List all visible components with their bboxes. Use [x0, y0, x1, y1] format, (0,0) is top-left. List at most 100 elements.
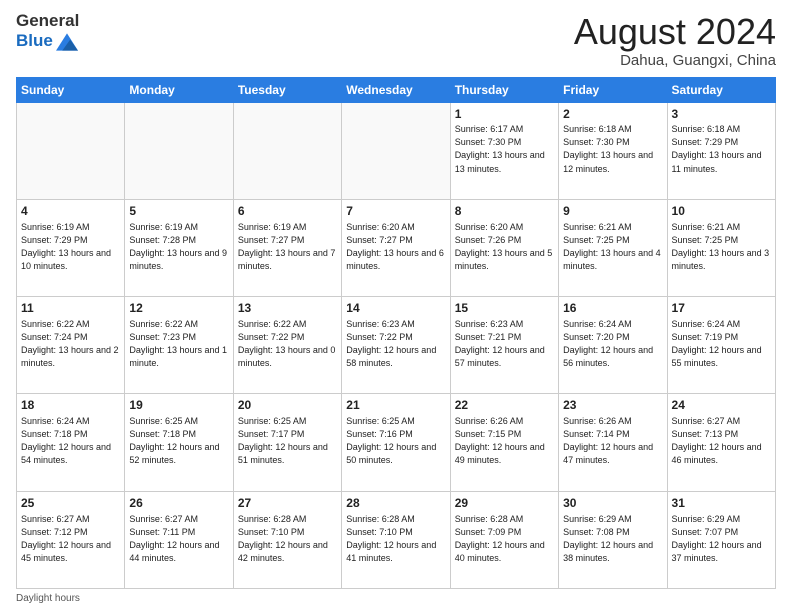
day-info: Sunrise: 6:17 AM Sunset: 7:30 PM Dayligh…: [455, 123, 554, 175]
week-row-0: 1Sunrise: 6:17 AM Sunset: 7:30 PM Daylig…: [17, 102, 776, 199]
day-number: 25: [21, 495, 120, 512]
day-number: 31: [672, 495, 771, 512]
day-info: Sunrise: 6:19 AM Sunset: 7:29 PM Dayligh…: [21, 221, 120, 273]
day-cell-4-0: 25Sunrise: 6:27 AM Sunset: 7:12 PM Dayli…: [17, 491, 125, 588]
day-number: 3: [672, 106, 771, 123]
day-cell-2-5: 16Sunrise: 6:24 AM Sunset: 7:20 PM Dayli…: [559, 297, 667, 394]
month-year: August 2024: [574, 12, 776, 52]
day-number: 8: [455, 203, 554, 220]
day-info: Sunrise: 6:26 AM Sunset: 7:14 PM Dayligh…: [563, 415, 662, 467]
day-cell-0-5: 2Sunrise: 6:18 AM Sunset: 7:30 PM Daylig…: [559, 102, 667, 199]
day-cell-4-1: 26Sunrise: 6:27 AM Sunset: 7:11 PM Dayli…: [125, 491, 233, 588]
header-thursday: Thursday: [450, 77, 558, 102]
week-row-1: 4Sunrise: 6:19 AM Sunset: 7:29 PM Daylig…: [17, 199, 776, 296]
daylight-label: Daylight hours: [16, 593, 80, 604]
day-number: 7: [346, 203, 445, 220]
day-cell-3-6: 24Sunrise: 6:27 AM Sunset: 7:13 PM Dayli…: [667, 394, 775, 491]
title-block: August 2024 Dahua, Guangxi, China: [574, 12, 776, 69]
logo: General Blue: [16, 12, 79, 53]
day-number: 15: [455, 300, 554, 317]
day-info: Sunrise: 6:18 AM Sunset: 7:30 PM Dayligh…: [563, 123, 662, 175]
day-number: 29: [455, 495, 554, 512]
day-number: 26: [129, 495, 228, 512]
day-number: 27: [238, 495, 337, 512]
day-info: Sunrise: 6:22 AM Sunset: 7:22 PM Dayligh…: [238, 318, 337, 370]
day-info: Sunrise: 6:28 AM Sunset: 7:10 PM Dayligh…: [346, 513, 445, 565]
day-info: Sunrise: 6:24 AM Sunset: 7:18 PM Dayligh…: [21, 415, 120, 467]
day-info: Sunrise: 6:20 AM Sunset: 7:26 PM Dayligh…: [455, 221, 554, 273]
header-saturday: Saturday: [667, 77, 775, 102]
header-sunday: Sunday: [17, 77, 125, 102]
page: General Blue August 2024 Dahua, Guangxi,…: [0, 0, 792, 612]
header-friday: Friday: [559, 77, 667, 102]
day-info: Sunrise: 6:19 AM Sunset: 7:27 PM Dayligh…: [238, 221, 337, 273]
header-wednesday: Wednesday: [342, 77, 450, 102]
day-number: 21: [346, 397, 445, 414]
day-cell-2-3: 14Sunrise: 6:23 AM Sunset: 7:22 PM Dayli…: [342, 297, 450, 394]
weekday-header-row: Sunday Monday Tuesday Wednesday Thursday…: [17, 77, 776, 102]
day-info: Sunrise: 6:19 AM Sunset: 7:28 PM Dayligh…: [129, 221, 228, 273]
header-tuesday: Tuesday: [233, 77, 341, 102]
day-number: 12: [129, 300, 228, 317]
day-cell-2-6: 17Sunrise: 6:24 AM Sunset: 7:19 PM Dayli…: [667, 297, 775, 394]
day-number: 4: [21, 203, 120, 220]
day-info: Sunrise: 6:25 AM Sunset: 7:17 PM Dayligh…: [238, 415, 337, 467]
day-cell-3-2: 20Sunrise: 6:25 AM Sunset: 7:17 PM Dayli…: [233, 394, 341, 491]
calendar-table: Sunday Monday Tuesday Wednesday Thursday…: [16, 77, 776, 589]
header: General Blue August 2024 Dahua, Guangxi,…: [16, 12, 776, 69]
day-cell-4-6: 31Sunrise: 6:29 AM Sunset: 7:07 PM Dayli…: [667, 491, 775, 588]
day-info: Sunrise: 6:24 AM Sunset: 7:20 PM Dayligh…: [563, 318, 662, 370]
day-cell-0-3: [342, 102, 450, 199]
day-cell-1-3: 7Sunrise: 6:20 AM Sunset: 7:27 PM Daylig…: [342, 199, 450, 296]
day-cell-3-1: 19Sunrise: 6:25 AM Sunset: 7:18 PM Dayli…: [125, 394, 233, 491]
day-number: 23: [563, 397, 662, 414]
day-info: Sunrise: 6:20 AM Sunset: 7:27 PM Dayligh…: [346, 221, 445, 273]
logo-blue: Blue: [16, 32, 53, 51]
footer: Daylight hours: [16, 593, 776, 604]
day-cell-3-3: 21Sunrise: 6:25 AM Sunset: 7:16 PM Dayli…: [342, 394, 450, 491]
day-number: 6: [238, 203, 337, 220]
day-number: 13: [238, 300, 337, 317]
day-number: 20: [238, 397, 337, 414]
day-info: Sunrise: 6:23 AM Sunset: 7:21 PM Dayligh…: [455, 318, 554, 370]
header-monday: Monday: [125, 77, 233, 102]
day-info: Sunrise: 6:18 AM Sunset: 7:29 PM Dayligh…: [672, 123, 771, 175]
week-row-3: 18Sunrise: 6:24 AM Sunset: 7:18 PM Dayli…: [17, 394, 776, 491]
day-cell-1-4: 8Sunrise: 6:20 AM Sunset: 7:26 PM Daylig…: [450, 199, 558, 296]
day-number: 11: [21, 300, 120, 317]
day-number: 18: [21, 397, 120, 414]
day-number: 24: [672, 397, 771, 414]
day-info: Sunrise: 6:27 AM Sunset: 7:13 PM Dayligh…: [672, 415, 771, 467]
day-cell-1-1: 5Sunrise: 6:19 AM Sunset: 7:28 PM Daylig…: [125, 199, 233, 296]
day-cell-0-6: 3Sunrise: 6:18 AM Sunset: 7:29 PM Daylig…: [667, 102, 775, 199]
day-cell-1-0: 4Sunrise: 6:19 AM Sunset: 7:29 PM Daylig…: [17, 199, 125, 296]
day-number: 14: [346, 300, 445, 317]
day-info: Sunrise: 6:23 AM Sunset: 7:22 PM Dayligh…: [346, 318, 445, 370]
day-cell-3-5: 23Sunrise: 6:26 AM Sunset: 7:14 PM Dayli…: [559, 394, 667, 491]
day-cell-0-1: [125, 102, 233, 199]
day-number: 28: [346, 495, 445, 512]
logo-general: General: [16, 12, 79, 31]
day-number: 17: [672, 300, 771, 317]
day-cell-4-5: 30Sunrise: 6:29 AM Sunset: 7:08 PM Dayli…: [559, 491, 667, 588]
day-number: 19: [129, 397, 228, 414]
day-cell-1-5: 9Sunrise: 6:21 AM Sunset: 7:25 PM Daylig…: [559, 199, 667, 296]
day-info: Sunrise: 6:29 AM Sunset: 7:08 PM Dayligh…: [563, 513, 662, 565]
day-info: Sunrise: 6:27 AM Sunset: 7:11 PM Dayligh…: [129, 513, 228, 565]
day-number: 10: [672, 203, 771, 220]
day-info: Sunrise: 6:21 AM Sunset: 7:25 PM Dayligh…: [672, 221, 771, 273]
day-info: Sunrise: 6:22 AM Sunset: 7:23 PM Dayligh…: [129, 318, 228, 370]
day-info: Sunrise: 6:27 AM Sunset: 7:12 PM Dayligh…: [21, 513, 120, 565]
day-number: 30: [563, 495, 662, 512]
day-info: Sunrise: 6:22 AM Sunset: 7:24 PM Dayligh…: [21, 318, 120, 370]
day-cell-4-4: 29Sunrise: 6:28 AM Sunset: 7:09 PM Dayli…: [450, 491, 558, 588]
day-cell-2-4: 15Sunrise: 6:23 AM Sunset: 7:21 PM Dayli…: [450, 297, 558, 394]
location: Dahua, Guangxi, China: [574, 52, 776, 69]
day-number: 1: [455, 106, 554, 123]
logo-icon: [56, 31, 78, 53]
day-number: 2: [563, 106, 662, 123]
day-info: Sunrise: 6:29 AM Sunset: 7:07 PM Dayligh…: [672, 513, 771, 565]
day-cell-2-0: 11Sunrise: 6:22 AM Sunset: 7:24 PM Dayli…: [17, 297, 125, 394]
day-info: Sunrise: 6:24 AM Sunset: 7:19 PM Dayligh…: [672, 318, 771, 370]
day-cell-0-0: [17, 102, 125, 199]
